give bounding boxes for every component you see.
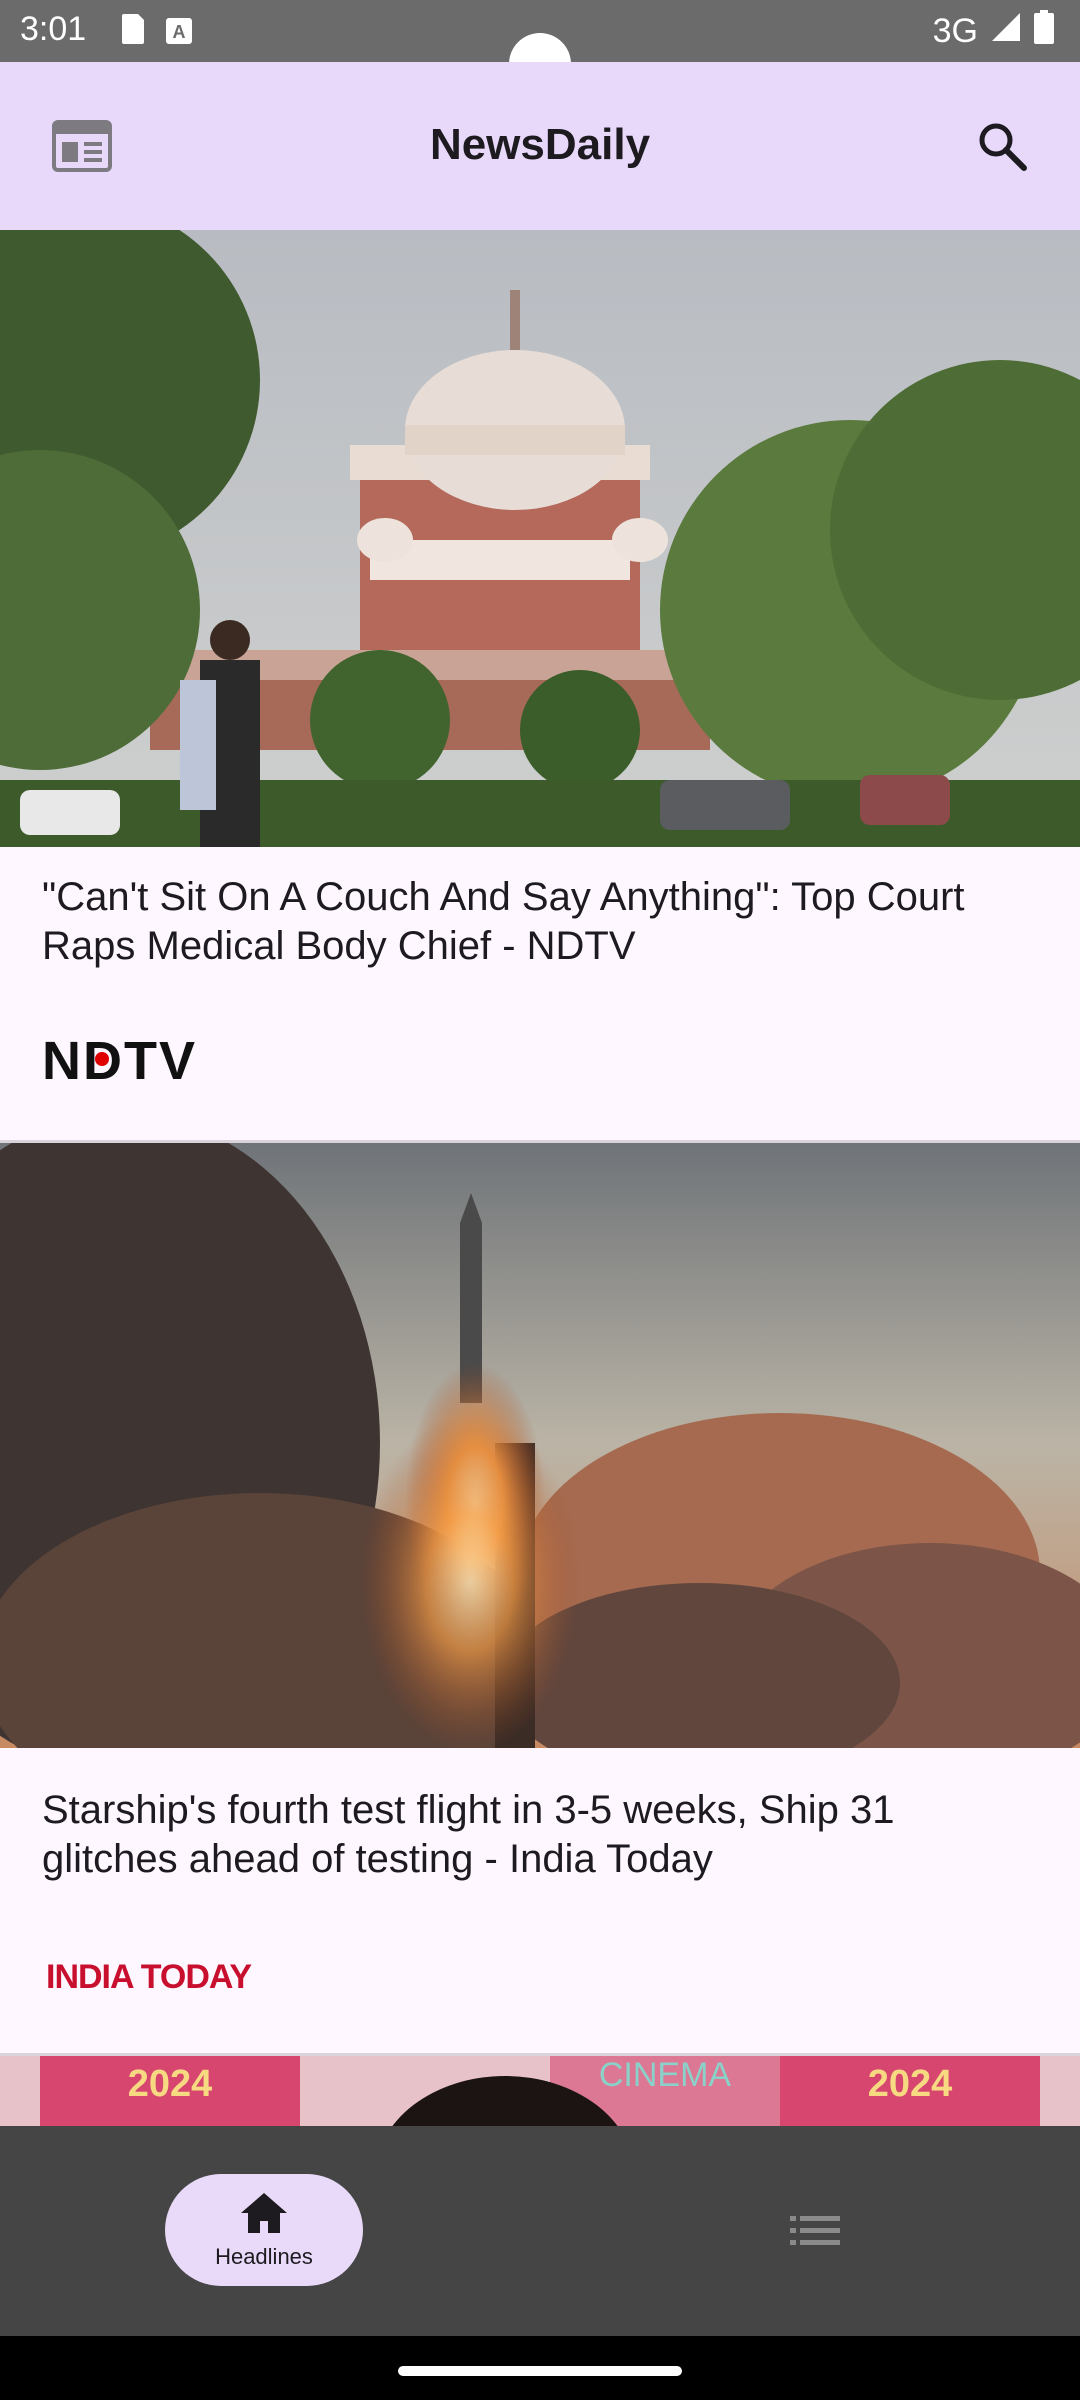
article-image[interactable]: 2024 2024 CINEMA	[0, 2056, 1080, 2126]
svg-text:NDTV: NDTV	[42, 1035, 197, 1083]
article-card[interactable]: Starship's fourth test flight in 3-5 wee…	[0, 1143, 1080, 2056]
bottom-navigation: Headlines	[0, 2126, 1080, 2336]
signal-icon	[990, 11, 1022, 52]
a-badge-icon: A	[166, 14, 192, 53]
article-card[interactable]: 2024 2024 CINEMA	[0, 2056, 1080, 2126]
sd-card-icon	[120, 14, 144, 53]
battery-icon	[1034, 10, 1054, 53]
article-image[interactable]	[0, 230, 1080, 847]
news-feed[interactable]: "Can't Sit On A Couch And Say Anything":…	[0, 230, 1080, 2126]
gesture-navigation-bar	[0, 2336, 1080, 2400]
article-title[interactable]: Starship's fourth test flight in 3-5 wee…	[42, 1786, 1038, 1884]
article-card[interactable]: "Can't Sit On A Couch And Say Anything":…	[0, 230, 1080, 1143]
status-bar: 3:01 A 3G	[0, 0, 1080, 95]
search-icon[interactable]	[976, 120, 1028, 177]
nav-headlines-tab[interactable]: Headlines	[165, 2174, 363, 2286]
gesture-handle[interactable]	[398, 2366, 682, 2376]
banner-text-left: 2024	[128, 2063, 213, 2105]
banner-text-center: CINEMA	[599, 2056, 732, 2094]
list-icon[interactable]	[790, 2216, 840, 2251]
nav-headlines-label: Headlines	[215, 2243, 313, 2269]
home-icon	[239, 2191, 289, 2240]
network-type: 3G	[932, 12, 978, 50]
banner-text-right: 2024	[868, 2063, 953, 2105]
source-logo-ndtv: NDTV	[42, 1031, 274, 1091]
app-title: NewsDaily	[429, 120, 651, 169]
top-app-bar: NewsDaily	[0, 62, 1080, 230]
svg-text:INDIA TODAY: INDIA TODAY	[46, 1958, 252, 1996]
svg-text:A: A	[173, 22, 186, 42]
article-title[interactable]: "Can't Sit On A Couch And Say Anything":…	[42, 873, 1038, 971]
article-image[interactable]	[0, 1143, 1080, 1760]
source-logo-india-today: INDIA TODAY	[42, 1952, 274, 2001]
status-time: 3:01	[20, 10, 87, 48]
